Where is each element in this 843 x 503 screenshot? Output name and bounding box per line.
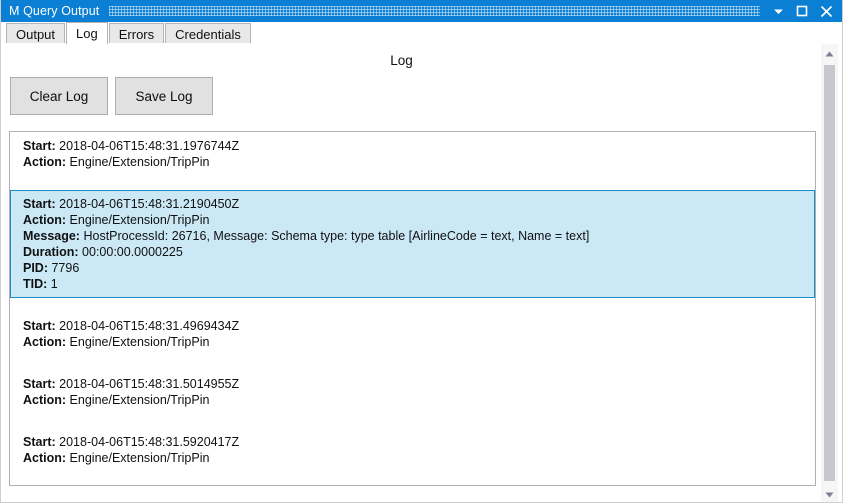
log-start-line: Start: 2018-04-06T15:48:31.5920417Z xyxy=(18,434,808,450)
scroll-down-icon xyxy=(825,485,834,503)
log-duration-line: Duration: 00:00:00.0000225 xyxy=(18,244,808,260)
minimize-button[interactable] xyxy=(766,0,790,22)
action-value: Engine/Extension/TripPin xyxy=(69,451,210,465)
action-label: Action: xyxy=(23,335,67,349)
log-action-line: Action: Engine/Extension/TripPin xyxy=(18,154,808,170)
list-item[interactable]: Start: 2018-04-06T15:48:31.4969434Z Acti… xyxy=(10,312,815,356)
tab-bar: Output Log Errors Credentials xyxy=(1,22,842,44)
list-item[interactable]: Start: 2018-04-06T15:48:31.5014955Z Acti… xyxy=(10,370,815,414)
duration-value: 00:00:00.0000225 xyxy=(82,245,183,259)
scrollbar-track[interactable] xyxy=(821,61,838,485)
pid-value: 7796 xyxy=(51,261,80,275)
list-item[interactable]: Start: 2018-04-06T15:48:31.5920417Z Acti… xyxy=(10,428,815,472)
action-label: Action: xyxy=(23,155,67,169)
log-list[interactable]: Start: 2018-04-06T15:48:31.1976744Z Acti… xyxy=(9,131,816,486)
vertical-scrollbar[interactable] xyxy=(820,44,838,502)
title-bar-grip xyxy=(109,6,760,16)
start-value: 2018-04-06T15:48:31.1976744Z xyxy=(59,139,240,153)
log-start-line: Start: 2018-04-06T15:48:31.1976744Z xyxy=(18,138,808,154)
tab-credentials-label: Credentials xyxy=(175,26,241,42)
start-value: 2018-04-06T15:48:31.5014955Z xyxy=(59,377,240,391)
body-area: Log Clear Log Save Log Start: 2018-04-06… xyxy=(1,44,842,502)
tab-log[interactable]: Log xyxy=(66,22,108,44)
log-action-line: Action: Engine/Extension/TripPin xyxy=(18,392,808,408)
scroll-up-icon xyxy=(825,44,834,62)
list-item[interactable]: Start: 2018-04-06T15:48:31.1976744Z Acti… xyxy=(10,132,815,176)
scroll-down-button[interactable] xyxy=(821,485,838,502)
scrollbar-thumb[interactable] xyxy=(824,65,835,481)
action-value: Engine/Extension/TripPin xyxy=(69,393,210,407)
clear-log-button[interactable]: Clear Log xyxy=(10,77,108,115)
tab-credentials[interactable]: Credentials xyxy=(165,23,251,44)
tab-log-label: Log xyxy=(76,26,98,41)
title-bar[interactable]: M Query Output xyxy=(1,0,842,22)
start-label: Start: xyxy=(23,139,56,153)
log-message-line: Message: HostProcessId: 26716, Message: … xyxy=(18,228,808,244)
window-title: M Query Output xyxy=(9,4,100,18)
save-log-button[interactable]: Save Log xyxy=(115,77,213,115)
log-toolbar: Clear Log Save Log xyxy=(10,77,213,115)
action-label: Action: xyxy=(23,213,67,227)
action-value: Engine/Extension/TripPin xyxy=(69,155,210,169)
start-value: 2018-04-06T15:48:31.2190450Z xyxy=(59,197,240,211)
log-action-line: Action: Engine/Extension/TripPin xyxy=(18,212,808,228)
log-start-line: Start: 2018-04-06T15:48:31.4969434Z xyxy=(18,318,808,334)
list-item[interactable]: Start: 2018-04-06T15:48:31.2190450Z Acti… xyxy=(10,190,815,298)
tab-output[interactable]: Output xyxy=(6,23,66,44)
action-value: Engine/Extension/TripPin xyxy=(69,213,210,227)
action-label: Action: xyxy=(23,451,67,465)
start-value: 2018-04-06T15:48:31.5920417Z xyxy=(59,435,240,449)
tab-output-label: Output xyxy=(16,26,56,42)
start-label: Start: xyxy=(23,377,56,391)
square-icon xyxy=(796,5,808,17)
maximize-button[interactable] xyxy=(790,0,814,22)
app-window: M Query Output Output Log Errors Credent… xyxy=(0,0,843,503)
start-label: Start: xyxy=(23,197,56,211)
log-action-line: Action: Engine/Extension/TripPin xyxy=(18,334,808,350)
window-controls xyxy=(766,0,838,22)
log-start-line: Start: 2018-04-06T15:48:31.5014955Z xyxy=(18,376,808,392)
clear-log-label: Clear Log xyxy=(29,88,89,104)
duration-label: Duration: xyxy=(23,245,79,259)
scroll-up-button[interactable] xyxy=(821,44,838,61)
start-label: Start: xyxy=(23,435,56,449)
tab-errors-label: Errors xyxy=(118,26,155,42)
log-pid-line: PID: 7796 xyxy=(18,260,808,276)
pid-label: PID: xyxy=(23,261,48,275)
start-value: 2018-04-06T15:48:31.4969434Z xyxy=(59,319,240,333)
log-tid-line: TID: 1 xyxy=(18,276,808,292)
save-log-label: Save Log xyxy=(135,88,193,104)
action-value: Engine/Extension/TripPin xyxy=(69,335,210,349)
log-start-line: Start: 2018-04-06T15:48:31.2190450Z xyxy=(18,196,808,212)
log-action-line: Action: Engine/Extension/TripPin xyxy=(18,450,808,466)
log-pane: Log Clear Log Save Log Start: 2018-04-06… xyxy=(1,44,820,502)
close-button[interactable] xyxy=(814,0,838,22)
action-label: Action: xyxy=(23,393,67,407)
tid-value: 1 xyxy=(50,277,58,291)
tid-label: TID: xyxy=(23,277,48,291)
tab-errors[interactable]: Errors xyxy=(108,23,165,44)
start-label: Start: xyxy=(23,319,56,333)
chevron-down-icon xyxy=(773,6,784,17)
message-label: Message: xyxy=(23,229,80,243)
page-title: Log xyxy=(390,53,413,68)
message-value: HostProcessId: 26716, Message: Schema ty… xyxy=(83,229,590,243)
close-icon xyxy=(820,5,833,18)
